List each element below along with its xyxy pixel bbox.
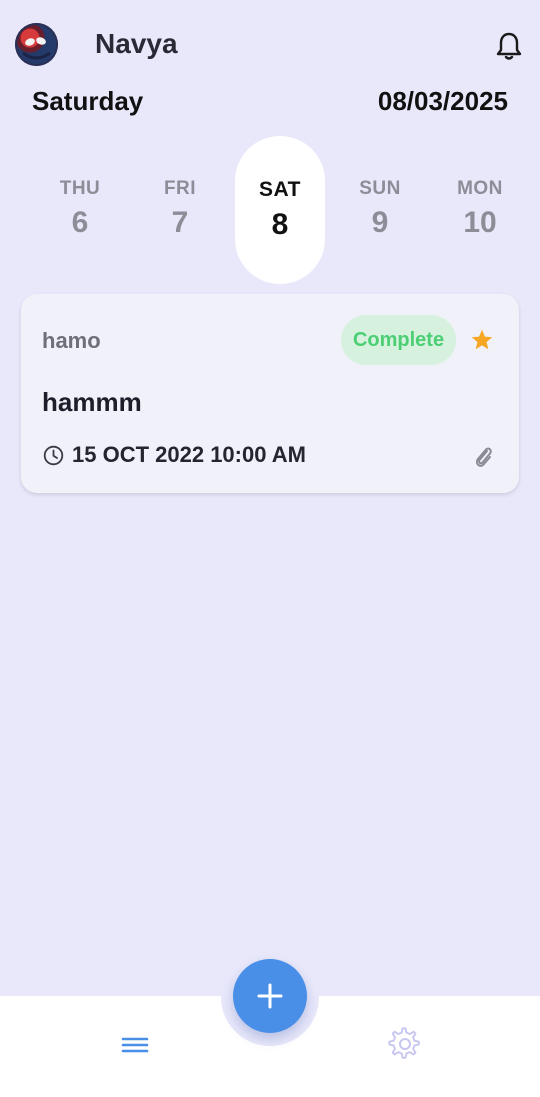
avatar[interactable] [15, 23, 58, 66]
task-title: hammm [42, 387, 142, 417]
day-number: 9 [371, 206, 389, 239]
day-label: FRI [163, 178, 197, 199]
day-item[interactable]: MON 10 [435, 136, 525, 284]
day-picker: THU 6 FRI 7 SAT 8 SUN 9 MON 10 [0, 136, 540, 284]
clock-icon [43, 445, 64, 466]
day-number: 10 [463, 206, 497, 239]
day-number: 8 [271, 208, 289, 241]
status-badge: Complete [341, 315, 456, 365]
day-number: 6 [71, 206, 89, 239]
plus-icon [257, 983, 283, 1009]
selected-date: 08/03/2025 [377, 86, 508, 116]
day-number: 7 [171, 206, 189, 239]
menu-icon[interactable] [120, 1030, 150, 1060]
gear-icon[interactable] [388, 1027, 422, 1061]
star-icon[interactable] [470, 328, 494, 352]
day-item-selected[interactable]: SAT 8 [235, 136, 325, 284]
bell-icon[interactable] [494, 30, 524, 62]
paperclip-icon[interactable] [471, 442, 495, 470]
add-task-button[interactable] [233, 959, 307, 1033]
day-label: SUN [359, 178, 401, 199]
day-item[interactable]: THU 6 [35, 136, 125, 284]
selected-day-name: Saturday [32, 86, 144, 116]
task-category: hamo [42, 328, 101, 353]
task-card[interactable]: hamo Complete hammm 15 OCT 2022 10:00 AM [21, 294, 519, 493]
day-label: MON [457, 178, 503, 199]
app-header: Navya [0, 0, 540, 90]
task-datetime: 15 OCT 2022 10:00 AM [72, 442, 306, 467]
day-label: THU [59, 178, 101, 199]
avatar-image [22, 37, 51, 60]
username: Navya [95, 28, 178, 59]
day-label: SAT [259, 178, 301, 201]
day-item[interactable]: FRI 7 [135, 136, 225, 284]
day-item[interactable]: SUN 9 [335, 136, 425, 284]
